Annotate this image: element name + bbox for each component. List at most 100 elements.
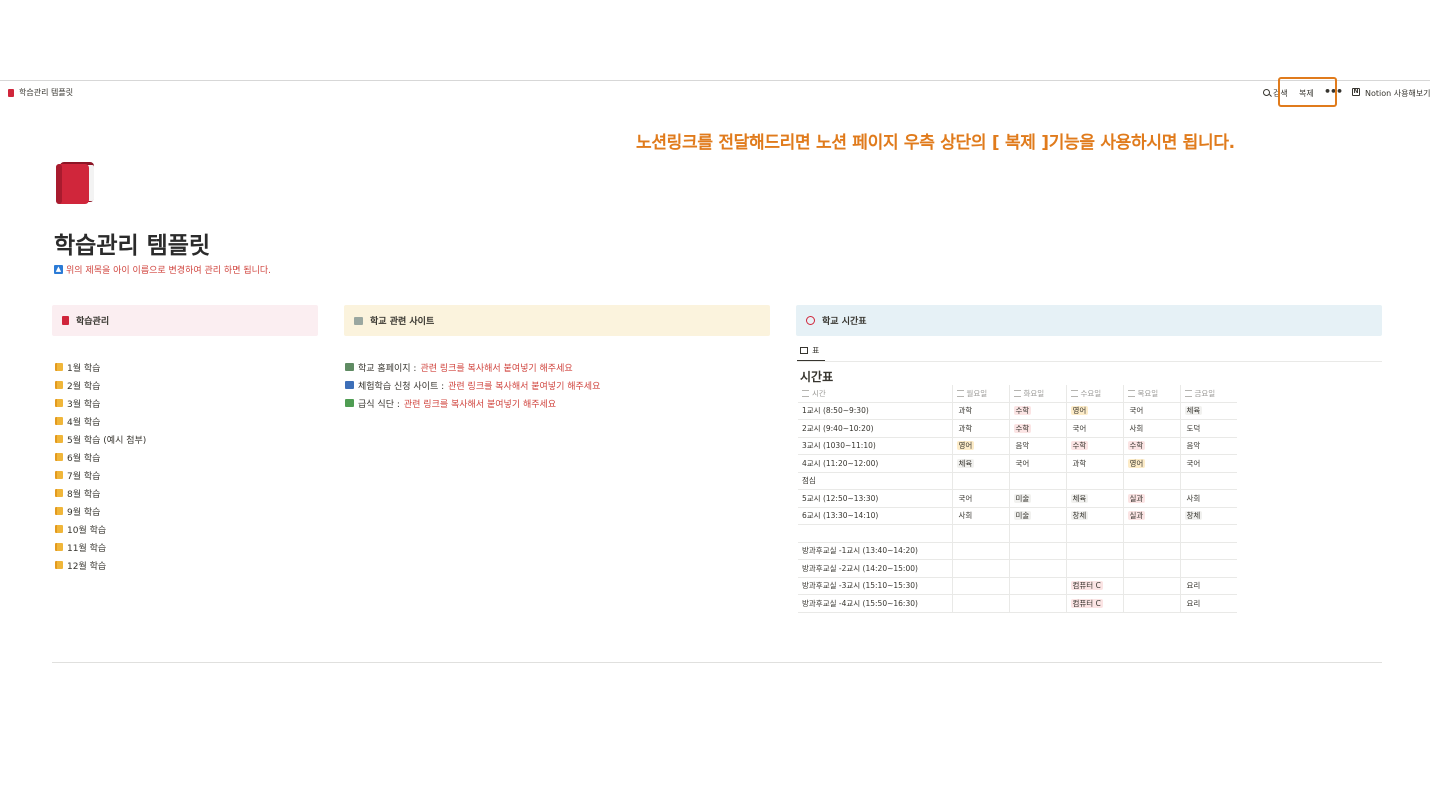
subject-cell[interactable]: 영어 bbox=[951, 437, 1009, 455]
month-page-link[interactable]: 8월 학습 bbox=[55, 484, 146, 502]
month-page-link[interactable]: 1월 학습 bbox=[55, 358, 146, 376]
subject-cell[interactable] bbox=[951, 559, 1009, 578]
subject-cell[interactable]: 수학 bbox=[1008, 402, 1066, 420]
subject-cell[interactable]: 사회 bbox=[1122, 419, 1180, 438]
subject-cell[interactable]: 요리 bbox=[1179, 577, 1237, 595]
period-cell[interactable]: 4교시 (11:20~12:00) bbox=[798, 454, 952, 473]
subject-cell[interactable] bbox=[1065, 559, 1123, 578]
month-page-link[interactable]: 10월 학습 bbox=[55, 520, 146, 538]
database-title[interactable]: 시간표 bbox=[800, 368, 833, 385]
subject-cell[interactable] bbox=[1179, 542, 1237, 560]
month-page-link[interactable]: 2월 학습 bbox=[55, 376, 146, 394]
subject-cell[interactable]: 컴퓨터 C bbox=[1065, 594, 1123, 613]
period-cell[interactable]: 5교시 (12:50~13:30) bbox=[798, 489, 952, 508]
subject-cell[interactable] bbox=[951, 524, 1009, 543]
subject-cell[interactable] bbox=[1122, 577, 1180, 595]
subject-cell[interactable]: 창체 bbox=[1179, 507, 1237, 525]
subject-cell[interactable]: 사회 bbox=[1179, 489, 1237, 508]
month-page-link[interactable]: 11월 학습 bbox=[55, 538, 146, 556]
subject-cell[interactable] bbox=[1122, 594, 1180, 613]
table-row[interactable]: 방과후교실 -2교시 (14:20~15:00) bbox=[798, 559, 1237, 578]
table-row[interactable]: 방과후교실 -3교시 (15:10~15:30) 컴퓨터 C 요리 bbox=[798, 577, 1237, 595]
subject-cell[interactable]: 수학 bbox=[1122, 437, 1180, 455]
period-cell[interactable]: 1교시 (8:50~9:30) bbox=[798, 402, 952, 420]
table-row[interactable]: 1교시 (8:50~9:30) 과학 수학 영어 국어 체육 bbox=[798, 402, 1237, 420]
site-link-placeholder[interactable]: 관련 링크를 복사해서 붙여넣기 해주세요 bbox=[448, 379, 600, 392]
column-header[interactable]: 시간 bbox=[798, 385, 952, 403]
red-book-icon[interactable] bbox=[54, 160, 96, 206]
subject-cell[interactable] bbox=[1122, 524, 1180, 543]
subject-cell[interactable]: 요리 bbox=[1179, 594, 1237, 613]
column-header[interactable]: 금요일 bbox=[1179, 385, 1237, 403]
subject-cell[interactable]: 과학 bbox=[1065, 454, 1123, 473]
subject-cell[interactable]: 도덕 bbox=[1179, 419, 1237, 438]
column-header[interactable]: 화요일 bbox=[1008, 385, 1066, 403]
subject-cell[interactable] bbox=[1008, 594, 1066, 613]
subject-cell[interactable]: 실과 bbox=[1122, 489, 1180, 508]
table-row[interactable]: 5교시 (12:50~13:30) 국어 미술 체육 실과 사회 bbox=[798, 489, 1237, 508]
site-link-placeholder[interactable]: 관련 링크를 복사해서 붙여넣기 해주세요 bbox=[420, 361, 572, 374]
period-cell[interactable]: 방과후교실 -2교시 (14:20~15:00) bbox=[798, 559, 952, 578]
period-cell[interactable]: 점심 bbox=[798, 472, 952, 490]
subject-cell[interactable] bbox=[1179, 559, 1237, 578]
subject-cell[interactable] bbox=[1122, 472, 1180, 490]
subject-cell[interactable]: 음악 bbox=[1008, 437, 1066, 455]
period-cell[interactable]: 6교시 (13:30~14:10) bbox=[798, 507, 952, 525]
subject-cell[interactable] bbox=[1179, 524, 1237, 543]
subject-cell[interactable] bbox=[1179, 472, 1237, 490]
subject-cell[interactable] bbox=[951, 594, 1009, 613]
breadcrumb[interactable]: 학습관리 템플릿 bbox=[8, 87, 73, 98]
month-page-link[interactable]: 9월 학습 bbox=[55, 502, 146, 520]
period-cell[interactable]: 방과후교실 -4교시 (15:50~16:30) bbox=[798, 594, 952, 613]
subject-cell[interactable] bbox=[1008, 577, 1066, 595]
subject-cell[interactable]: 체육 bbox=[951, 454, 1009, 473]
column-header[interactable]: 수요일 bbox=[1065, 385, 1123, 403]
subject-cell[interactable] bbox=[1065, 542, 1123, 560]
subject-cell[interactable]: 국어 bbox=[1008, 454, 1066, 473]
table-row[interactable]: 3교시 (1030~11:10) 영어 음악 수학 수학 음악 bbox=[798, 437, 1237, 455]
subject-cell[interactable] bbox=[1008, 559, 1066, 578]
subject-cell[interactable]: 수학 bbox=[1065, 437, 1123, 455]
column-header[interactable]: 목요일 bbox=[1122, 385, 1180, 403]
subject-cell[interactable] bbox=[1008, 542, 1066, 560]
subject-cell[interactable]: 국어 bbox=[1179, 454, 1237, 473]
table-row[interactable]: 점심 bbox=[798, 472, 1237, 490]
subject-cell[interactable]: 과학 bbox=[951, 419, 1009, 438]
subject-cell[interactable]: 영어 bbox=[1122, 454, 1180, 473]
subject-cell[interactable] bbox=[951, 472, 1009, 490]
month-page-link[interactable]: 12월 학습 bbox=[55, 556, 146, 574]
subject-cell[interactable] bbox=[1065, 472, 1123, 490]
subject-cell[interactable]: 미술 bbox=[1008, 489, 1066, 508]
subject-cell[interactable]: 수학 bbox=[1008, 419, 1066, 438]
table-row[interactable]: 방과후교실 -1교시 (13:40~14:20) bbox=[798, 542, 1237, 560]
subject-cell[interactable]: 음악 bbox=[1179, 437, 1237, 455]
column-header[interactable]: 월요일 bbox=[951, 385, 1009, 403]
subject-cell[interactable]: 과학 bbox=[951, 402, 1009, 420]
subject-cell[interactable]: 체육 bbox=[1065, 489, 1123, 508]
subject-cell[interactable]: 국어 bbox=[1122, 402, 1180, 420]
subject-cell[interactable] bbox=[1008, 472, 1066, 490]
subject-cell[interactable]: 사회 bbox=[951, 507, 1009, 525]
table-row[interactable] bbox=[798, 524, 1237, 543]
subject-cell[interactable] bbox=[1122, 542, 1180, 560]
page-title[interactable]: 학습관리 템플릿 bbox=[54, 226, 210, 260]
subject-cell[interactable]: 국어 bbox=[951, 489, 1009, 508]
month-page-link[interactable]: 7월 학습 bbox=[55, 466, 146, 484]
subject-cell[interactable]: 실과 bbox=[1122, 507, 1180, 525]
table-row[interactable]: 6교시 (13:30~14:10) 사회 미술 창체 실과 창체 bbox=[798, 507, 1237, 525]
subject-cell[interactable]: 영어 bbox=[1065, 402, 1123, 420]
subject-cell[interactable]: 국어 bbox=[1065, 419, 1123, 438]
subject-cell[interactable] bbox=[951, 542, 1009, 560]
period-cell[interactable] bbox=[798, 524, 952, 543]
table-row[interactable]: 2교시 (9:40~10:20) 과학 수학 국어 사회 도덕 bbox=[798, 419, 1237, 438]
subject-cell[interactable]: 컴퓨터 C bbox=[1065, 577, 1123, 595]
period-cell[interactable]: 방과후교실 -1교시 (13:40~14:20) bbox=[798, 542, 952, 560]
try-notion-button[interactable]: Notion 사용해보기 bbox=[1365, 88, 1430, 99]
subject-cell[interactable]: 창체 bbox=[1065, 507, 1123, 525]
period-cell[interactable]: 방과후교실 -3교시 (15:10~15:30) bbox=[798, 577, 952, 595]
period-cell[interactable]: 2교시 (9:40~10:20) bbox=[798, 419, 952, 438]
subject-cell[interactable] bbox=[1065, 524, 1123, 543]
table-row[interactable]: 방과후교실 -4교시 (15:50~16:30) 컴퓨터 C 요리 bbox=[798, 594, 1237, 613]
table-row[interactable]: 4교시 (11:20~12:00) 체육 국어 과학 영어 국어 bbox=[798, 454, 1237, 473]
subject-cell[interactable] bbox=[1122, 559, 1180, 578]
